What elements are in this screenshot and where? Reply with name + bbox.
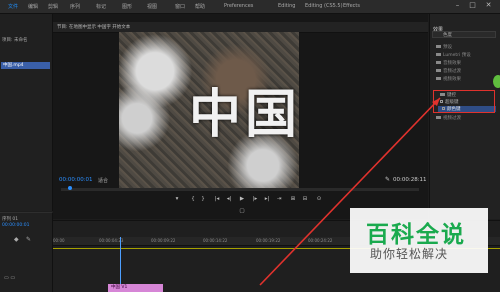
track-lock-icon[interactable]: ▭ ▭: [4, 275, 15, 281]
tree-label: 视频过渡: [443, 116, 461, 121]
menu-help[interactable]: 帮助: [195, 3, 205, 10]
tree-label: 音频过渡: [443, 69, 461, 74]
minimize-icon[interactable]: –: [452, 1, 463, 10]
workspace-editing[interactable]: Editing: [278, 3, 295, 9]
ruler-tick: 00:00:19:22: [256, 238, 281, 243]
workspace-editing-cs55[interactable]: Editing (CS5.5): [305, 3, 343, 9]
tree-video-effects[interactable]: 视频效果: [436, 76, 461, 82]
monitor-scrub-bar[interactable]: [61, 188, 419, 191]
wrench-icon[interactable]: ✎: [26, 236, 31, 243]
sequence-timecode: 00:00:00:01: [2, 223, 30, 228]
menu-sequence[interactable]: 序列: [70, 3, 80, 10]
tree-audio-effects[interactable]: 音频效果: [436, 60, 461, 66]
camera-icon[interactable]: ⊙: [315, 196, 323, 202]
tree-label: 预设: [443, 45, 452, 50]
menu-view[interactable]: 视图: [147, 3, 157, 10]
tree-audio-transitions[interactable]: 音频过渡: [436, 68, 461, 74]
ruler-tick: 00:00:24:22: [308, 238, 333, 243]
watermark-subtitle: 助你轻松解决: [370, 247, 449, 261]
go-to-out-icon[interactable]: ▸|: [263, 196, 271, 202]
mark-out-icon[interactable]: }: [199, 196, 207, 202]
tools-panel: 序列 01 00:00:00:01 ◆ ✎ ▭ ▭: [0, 212, 53, 292]
play-icon[interactable]: ▶: [238, 196, 246, 202]
insert-icon[interactable]: ⇥: [275, 196, 283, 202]
ruler-tick: 00:00:09:22: [151, 238, 176, 243]
program-monitor: 节目: 在地图中显示 中国字 开始文本 中国 00:00:00:01 适合 ✎ …: [53, 14, 428, 219]
tree-video-transitions[interactable]: 视频过渡: [436, 115, 461, 121]
settings-wrench-icon[interactable]: ✎: [385, 176, 390, 183]
project-panel: 项目: 未命名 中国.mp4: [0, 14, 53, 211]
tree-label: 视频效果: [443, 77, 461, 82]
annotation-cursor-marker: [493, 75, 500, 88]
menu-graphics[interactable]: 图形: [122, 3, 132, 10]
ruler-tick: 00:00: [53, 238, 65, 243]
go-to-in-icon[interactable]: |◂: [213, 196, 221, 202]
monitor-title[interactable]: 节目: 在地图中显示 中国字 开始文本: [57, 24, 130, 30]
video-frame: 中国: [119, 32, 299, 189]
maximize-icon[interactable]: □: [467, 1, 478, 10]
close-icon[interactable]: ✕: [483, 1, 494, 10]
watermark-logo: 百科全说 助你轻松解决: [350, 208, 488, 273]
tree-lumetri[interactable]: Lumetri 预设: [436, 52, 471, 58]
step-forward-icon[interactable]: |▸: [251, 196, 259, 202]
current-timecode[interactable]: 00:00:00:01: [59, 177, 93, 183]
folder-icon: [436, 116, 441, 119]
fit-dropdown[interactable]: 适合: [98, 177, 108, 184]
effects-panel: 效果 色度 预设 Lumetri 预设 音频效果 音频过渡 视频效果 键控 超级…: [429, 14, 500, 219]
menu-marker[interactable]: 标记: [96, 3, 106, 10]
button-editor-icon[interactable]: ▢: [238, 208, 246, 214]
project-file-item[interactable]: 中国.mp4: [1, 62, 50, 69]
project-tab[interactable]: 项目: 未命名: [2, 37, 27, 43]
workspace-preferences[interactable]: Preferences: [224, 3, 253, 9]
annotation-highlight-box: [433, 90, 495, 113]
menu-clip[interactable]: 剪辑: [48, 3, 58, 10]
menu-edit[interactable]: 编辑: [28, 3, 38, 10]
menu-window[interactable]: 窗口: [175, 3, 185, 10]
watermark-title: 百科全说: [366, 222, 466, 248]
total-duration: 00:00:28:11: [393, 177, 427, 183]
effects-search-input[interactable]: 色度: [432, 31, 496, 38]
ruler-tick: 00:00:14:22: [203, 238, 228, 243]
folder-icon: [436, 69, 441, 72]
export-frame-icon[interactable]: ⊟: [301, 196, 309, 202]
tree-label: Lumetri 预设: [443, 53, 471, 58]
snap-icon[interactable]: ◆: [14, 236, 19, 243]
monitor-playhead[interactable]: [68, 186, 72, 190]
sequence-tab[interactable]: 序列 01: [2, 216, 18, 222]
menu-file[interactable]: 文件: [8, 3, 18, 10]
video-overlay-text: 中国: [189, 84, 299, 145]
menu-bar: 文件 编辑 剪辑 序列 标记 图形 视图 窗口 帮助 Preferences E…: [0, 0, 500, 14]
marker-icon[interactable]: ▾: [173, 196, 181, 202]
folder-icon: [436, 45, 441, 48]
step-back-icon[interactable]: ◂|: [225, 196, 233, 202]
tree-presets[interactable]: 预设: [436, 44, 452, 50]
folder-icon: [436, 77, 441, 80]
tree-label: 音频效果: [443, 61, 461, 66]
workspace-effects[interactable]: Effects: [343, 3, 360, 9]
mark-in-icon[interactable]: {: [189, 196, 197, 202]
overwrite-icon[interactable]: ⊞: [289, 196, 297, 202]
folder-icon: [436, 61, 441, 64]
folder-icon: [436, 53, 441, 56]
